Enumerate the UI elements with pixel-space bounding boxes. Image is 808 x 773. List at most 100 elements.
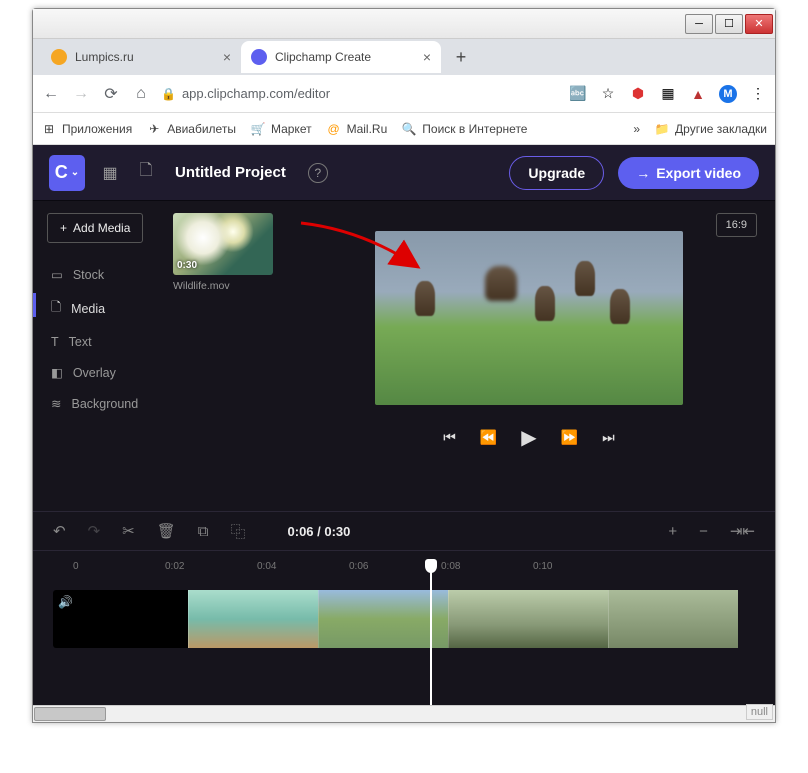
search-icon: 🔍	[401, 121, 417, 137]
chevron-down-icon: ⌄	[71, 167, 79, 178]
timeline-tools: ↶ ↷ ✂ 🗑 ⧉ ⿻ 0:06 / 0:30 + − ⇥⇤	[33, 511, 775, 551]
tab-lumpics[interactable]: Lumpics.ru ×	[41, 41, 241, 73]
scrollbar-thumb[interactable]	[34, 707, 106, 721]
tab-clipchamp[interactable]: Clipchamp Create ×	[241, 41, 441, 73]
duplicate-icon[interactable]: ⿻	[231, 521, 246, 542]
media-thumbnail[interactable]: 0:30	[173, 213, 273, 275]
media-panel: 0:30 Wildlife.mov	[173, 201, 283, 511]
ext-icon[interactable]: ▦	[659, 85, 677, 103]
preview-content	[375, 231, 683, 405]
menu-icon[interactable]: ⋮	[749, 85, 767, 103]
fit-icon[interactable]: ⇥⇤	[730, 522, 755, 540]
audio-cell[interactable]: 🔊	[53, 590, 188, 648]
fastforward-icon[interactable]: ⏩	[561, 429, 578, 446]
url-field[interactable]: 🔒 app.clipchamp.com/editor	[161, 86, 559, 101]
url-text: app.clipchamp.com/editor	[182, 86, 330, 101]
close-tab-icon[interactable]: ×	[423, 49, 431, 65]
bookmarks-bar: ⊞Приложения ✈Авиабилеты 🛒Маркет @Mail.Ru…	[33, 113, 775, 145]
project-title[interactable]: Untitled Project	[175, 164, 286, 181]
star-icon[interactable]: ☆	[599, 85, 617, 103]
undo-icon[interactable]: ↶	[53, 522, 66, 540]
rewind-icon[interactable]: ⏪	[480, 429, 497, 446]
sidebar-item-media[interactable]: 🗋Media	[47, 290, 173, 327]
favicon-clipchamp	[251, 49, 267, 65]
market-bookmark[interactable]: 🛒Маркет	[250, 121, 312, 137]
forward-icon[interactable]: →	[71, 85, 91, 103]
sidebar-item-overlay[interactable]: ◧Overlay	[47, 357, 173, 388]
back-icon[interactable]: ←	[41, 85, 61, 103]
zoom-out-icon[interactable]: −	[699, 523, 708, 540]
volume-icon[interactable]: 🔊	[58, 595, 73, 609]
lock-icon: 🔒	[161, 87, 176, 101]
translate-icon[interactable]: 🔤	[569, 85, 587, 103]
window-minimize-button[interactable]: ─	[685, 14, 713, 34]
media-icon: 🗋	[51, 298, 61, 319]
extensions: 🔤 ☆ ⬢ ▦ ▲ M ⋮	[569, 85, 767, 103]
plus-icon: +	[60, 221, 67, 235]
video-track[interactable]: 🔊	[53, 590, 755, 648]
reload-icon[interactable]: ⟳	[101, 84, 121, 104]
home-icon[interactable]: ⌂	[131, 85, 151, 103]
play-icon[interactable]: ▶	[521, 425, 536, 450]
mail-icon: @	[326, 121, 342, 137]
delete-icon[interactable]: 🗑	[157, 522, 176, 540]
app-logo[interactable]: C⌄	[49, 155, 85, 191]
browser-window: ─ ☐ ✕ Lumpics.ru × Clipchamp Create × + …	[32, 8, 776, 723]
timeline-clip[interactable]	[188, 590, 318, 648]
skip-end-icon[interactable]: ⏭	[602, 429, 615, 446]
preview-canvas[interactable]	[375, 231, 683, 405]
timeline-clip[interactable]	[318, 590, 448, 648]
playback-controls: ⏮ ⏪ ▶ ⏩ ⏭	[443, 425, 614, 450]
cart-icon: 🛒	[250, 121, 266, 137]
sidebar-item-text[interactable]: TText	[47, 327, 173, 357]
zoom-in-icon[interactable]: +	[668, 523, 677, 540]
search-bookmark[interactable]: 🔍Поиск в Интернете	[401, 121, 527, 137]
file-icon[interactable]: 🗋	[135, 159, 157, 186]
sidebar-active-indicator	[33, 293, 36, 317]
timeline-clip[interactable]	[448, 590, 608, 648]
playhead[interactable]	[430, 559, 432, 719]
preview-area: 16:9 ⏮ ⏪ ▶ ⏩ ⏭	[283, 201, 775, 511]
help-icon[interactable]: ?	[308, 163, 328, 183]
address-bar: ← → ⟳ ⌂ 🔒 app.clipchamp.com/editor 🔤 ☆ ⬢…	[33, 75, 775, 113]
sidebar-item-background[interactable]: ≋Background	[47, 388, 173, 419]
app-toolbar: C⌄ ▦ 🗋 Untitled Project ? Upgrade →Expor…	[33, 145, 775, 201]
redo-icon[interactable]: ↷	[88, 522, 101, 540]
main-area: +Add Media ▭Stock 🗋Media TText ◧Overlay …	[33, 201, 775, 511]
timeline-time: 0:06 / 0:30	[288, 524, 351, 539]
skip-start-icon[interactable]: ⏮	[443, 429, 456, 446]
close-tab-icon[interactable]: ×	[223, 49, 231, 65]
projects-icon[interactable]: ▦	[99, 163, 121, 183]
window-close-button[interactable]: ✕	[745, 14, 773, 34]
sidebar-item-stock[interactable]: ▭Stock	[47, 259, 173, 290]
new-tab-button[interactable]: +	[447, 43, 475, 71]
more-bookmarks-icon[interactable]: »	[633, 122, 640, 136]
export-button[interactable]: →Export video	[618, 157, 759, 189]
sidebar: +Add Media ▭Stock 🗋Media TText ◧Overlay …	[33, 201, 173, 511]
window-maximize-button[interactable]: ☐	[715, 14, 743, 34]
timeline-clip[interactable]	[608, 590, 738, 648]
stock-icon: ▭	[51, 267, 63, 282]
aspect-ratio-button[interactable]: 16:9	[716, 213, 757, 237]
profile-icon[interactable]: M	[719, 85, 737, 103]
plane-icon: ✈	[146, 121, 162, 137]
media-filename: Wildlife.mov	[173, 280, 283, 292]
apps-bookmark[interactable]: ⊞Приложения	[41, 121, 132, 137]
horizontal-scrollbar[interactable]	[33, 705, 775, 722]
timeline[interactable]: 0 0:02 0:04 0:06 0:08 0:10 🔊	[33, 551, 775, 648]
pdf-icon[interactable]: ▲	[689, 85, 707, 103]
avia-bookmark[interactable]: ✈Авиабилеты	[146, 121, 236, 137]
mailru-bookmark[interactable]: @Mail.Ru	[326, 121, 388, 137]
apps-icon: ⊞	[41, 121, 57, 137]
arrow-right-icon: →	[636, 165, 650, 181]
copy-icon[interactable]: ⧉	[198, 523, 209, 540]
favicon-lumpics	[51, 49, 67, 65]
timeline-ruler: 0 0:02 0:04 0:06 0:08 0:10	[73, 561, 755, 572]
adblock-icon[interactable]: ⬢	[629, 85, 647, 103]
other-bookmarks[interactable]: 📁Другие закладки	[654, 121, 767, 137]
cut-icon[interactable]: ✂	[122, 522, 135, 540]
upgrade-button[interactable]: Upgrade	[509, 156, 604, 190]
tab-title: Clipchamp Create	[275, 50, 415, 64]
add-media-button[interactable]: +Add Media	[47, 213, 143, 243]
folder-icon: 📁	[654, 121, 670, 137]
